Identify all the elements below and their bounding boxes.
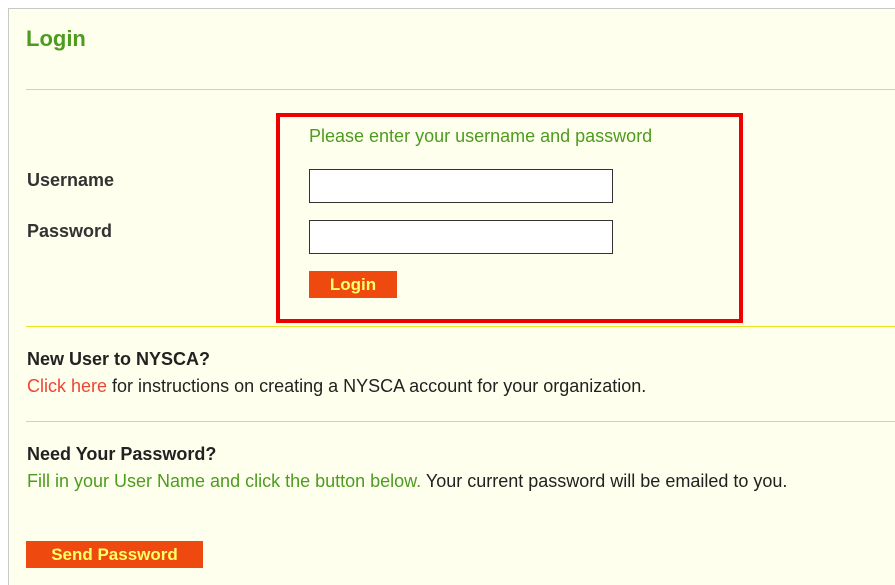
page-title: Login <box>26 26 86 51</box>
need-password-text: Fill in your User Name and click the but… <box>27 468 887 494</box>
login-button[interactable]: Login <box>309 271 397 298</box>
username-field[interactable] <box>309 169 613 203</box>
divider <box>26 421 895 422</box>
divider <box>26 326 895 327</box>
click-here-link[interactable]: Click here <box>27 376 107 396</box>
new-user-text: Click here for instructions on creating … <box>27 373 646 399</box>
need-password-note: Your current password will be emailed to… <box>421 471 788 491</box>
login-prompt: Please enter your username and password <box>309 126 653 146</box>
password-label: Password <box>27 221 113 241</box>
need-password-instruction: Fill in your User Name and click the but… <box>27 471 422 491</box>
need-password-heading: Need Your Password? <box>27 444 217 464</box>
new-user-heading: New User to NYSCA? <box>27 349 211 369</box>
password-field[interactable] <box>309 220 613 254</box>
divider <box>26 89 895 90</box>
username-label: Username <box>27 170 115 190</box>
new-user-instructions: for instructions on creating a NYSCA acc… <box>107 376 647 396</box>
send-password-button[interactable]: Send Password <box>26 541 203 568</box>
login-panel: Login Please enter your username and pas… <box>8 8 895 585</box>
